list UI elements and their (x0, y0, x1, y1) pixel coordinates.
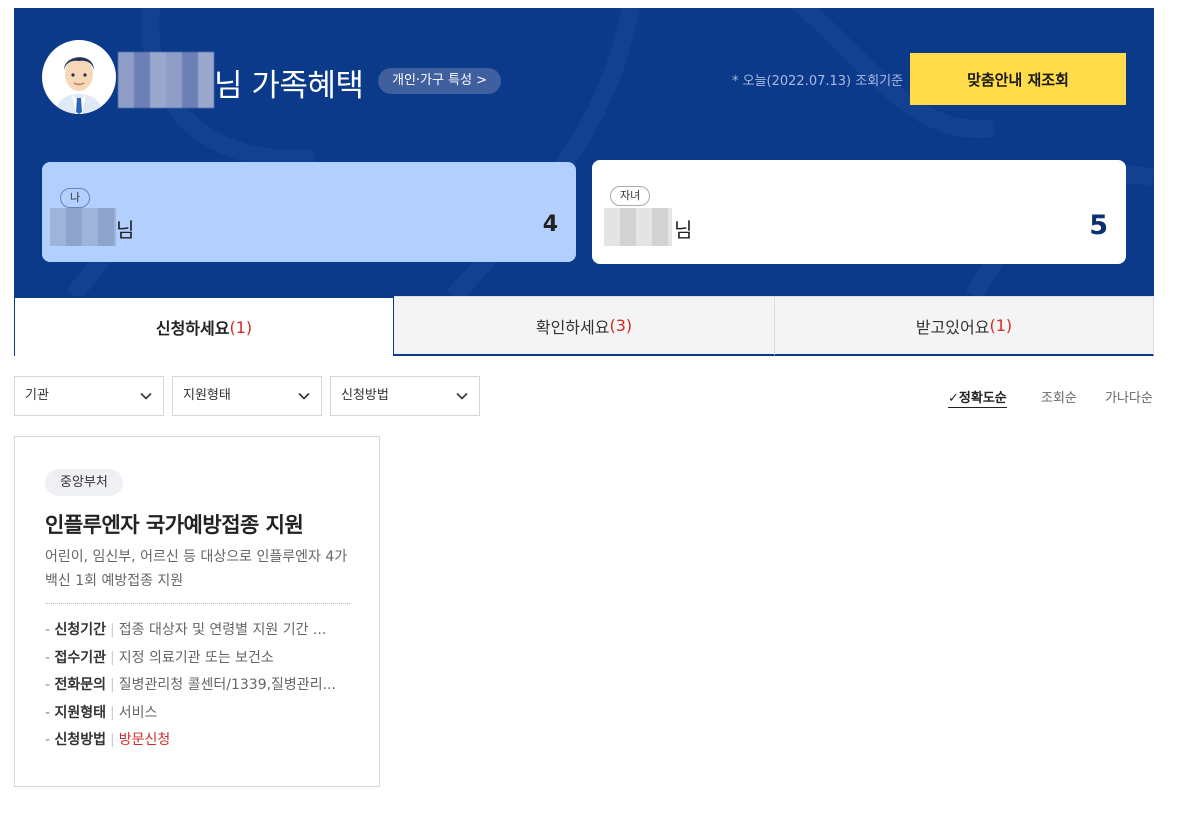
info-row: - 신청기간 | 접종 대상자 및 연령별 지원 기간 ... (45, 622, 327, 638)
household-traits-button[interactable]: 개인·가구 특성 > (378, 68, 502, 94)
info-value: 질병관리청 콜센터/1339,질병관리... (118, 677, 336, 693)
chevron-down-icon (140, 392, 152, 400)
divider (45, 603, 350, 604)
member-card-child[interactable]: 자녀 님 5 (592, 160, 1126, 264)
info-row: - 신청방법 | 방문신청 (45, 732, 171, 748)
benefit-title[interactable]: 인플루엔자 국가예방접종 지원 (45, 509, 304, 539)
member-tag: 나 (60, 188, 91, 208)
tab-count: (1) (989, 316, 1013, 335)
query-date-note: * 오늘(2022.07.13) 조회기준 (732, 74, 904, 89)
info-label: 지원형태 (54, 704, 107, 721)
benefit-card[interactable]: 중앙부처 인플루엔자 국가예방접종 지원 어린이, 임신부, 어르신 등 대상으… (14, 436, 380, 787)
info-row: - 전화문의 | 질병관리청 콜센터/1339,질병관리... (45, 677, 336, 693)
benefit-description: 어린이, 임신부, 어르신 등 대상으로 인플루엔자 4가백신 1회 예방접종 … (45, 549, 348, 589)
member-card-me[interactable]: 나 님 4 (42, 162, 576, 262)
info-label: 접수기관 (54, 649, 107, 666)
info-row: - 접수기관 | 지정 의료기관 또는 보건소 (45, 649, 274, 666)
filter-label: 지원형태 (183, 388, 231, 403)
member-honorific: 님 (674, 218, 693, 242)
chevron-down-icon (298, 392, 310, 400)
filter-support-type-select[interactable]: 지원형태 (172, 376, 322, 416)
member-name-masked (50, 208, 116, 246)
benefit-tabs: 신청하세요 (1) 확인하세요 (3) 받고있어요 (1) (14, 296, 1154, 356)
tab-label: 확인하세요 (535, 317, 610, 337)
info-value: 서비스 (118, 704, 158, 721)
agency-badge: 중앙부처 (45, 469, 123, 496)
chevron-down-icon (456, 392, 468, 400)
member-name-masked (604, 208, 672, 246)
member-benefit-count: 5 (1089, 210, 1108, 241)
info-label: 전화문의 (54, 677, 107, 693)
sort-alphabetical[interactable]: 가나다순 (1105, 387, 1153, 406)
filter-label: 기관 (25, 388, 49, 403)
member-tag: 자녀 (610, 186, 651, 206)
sort-accuracy[interactable]: ✓정확도순 (948, 387, 1007, 408)
info-label: 신청기간 (54, 622, 107, 638)
info-value: 지정 의료기관 또는 보건소 (118, 649, 274, 666)
member-honorific: 님 (116, 218, 135, 242)
person-icon (56, 57, 102, 114)
tab-receiving[interactable]: 받고있어요 (1) (775, 296, 1154, 356)
filter-label: 신청방법 (341, 388, 389, 403)
info-label: 신청방법 (54, 732, 107, 748)
tab-apply[interactable]: 신청하세요 (1) (14, 296, 394, 356)
tab-label: 신청하세요 (155, 319, 230, 338)
user-avatar (42, 40, 116, 114)
tab-count: (3) (609, 316, 633, 335)
tab-check[interactable]: 확인하세요 (3) (394, 296, 775, 356)
filter-agency-select[interactable]: 기관 (14, 376, 164, 416)
tab-label: 받고있어요 (915, 317, 990, 337)
user-name-masked (118, 52, 214, 108)
info-value: 방문신청 (118, 732, 171, 748)
benefits-header: 님 가족혜택 개인·가구 특성 > * 오늘(2022.07.13) 조회기준 … (14, 8, 1154, 296)
sort-views[interactable]: 조회순 (1041, 387, 1077, 406)
info-value: 접종 대상자 및 연령별 지원 기간 ... (118, 622, 327, 638)
requery-button[interactable]: 맞춤안내 재조회 (910, 53, 1126, 105)
benefit-info-list: - 신청기간 | 접종 대상자 및 연령별 지원 기간 ... - 접수기관 | 지정 … (45, 619, 336, 757)
member-benefit-count: 4 (542, 212, 558, 237)
page-title: 님 가족혜택 (214, 68, 364, 104)
filter-apply-method-select[interactable]: 신청방법 (330, 376, 480, 416)
tab-count: (1) (229, 317, 253, 337)
sort-label: 정확도순 (958, 391, 1007, 406)
check-icon: ✓ (948, 391, 959, 406)
info-row: - 지원형태 | 서비스 (45, 704, 158, 721)
